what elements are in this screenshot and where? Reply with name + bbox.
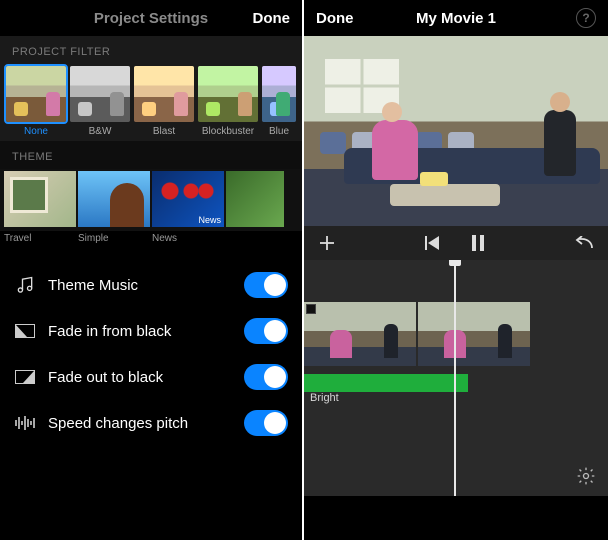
pause-button[interactable]	[471, 235, 485, 251]
settings-pane: Project Settings . Done PROJECT FILTER N…	[0, 0, 304, 540]
editor-pane: Done My Movie 1 ?	[304, 0, 608, 540]
project-filter-label: PROJECT FILTER	[0, 36, 302, 64]
done-button[interactable]: Done	[253, 10, 291, 27]
playhead[interactable]	[454, 260, 456, 496]
editor-header: Done My Movie 1 ?	[304, 0, 608, 36]
undo-button[interactable]	[574, 236, 594, 250]
filter-item-blast[interactable]: Blast	[132, 64, 196, 137]
option-label: Theme Music	[48, 277, 138, 294]
audio-clip-label: Bright	[310, 392, 339, 404]
gear-icon[interactable]	[576, 466, 596, 486]
option-fade-in: Fade in from black	[0, 308, 302, 354]
theme-label-news: News	[152, 233, 226, 244]
add-button[interactable]	[318, 234, 336, 252]
timeline[interactable]: Bright	[304, 260, 608, 496]
video-preview[interactable]	[304, 36, 608, 226]
option-speed-pitch: Speed changes pitch	[0, 400, 302, 446]
toggle-theme-music[interactable]	[244, 272, 288, 298]
filter-item-blockbuster[interactable]: Blockbuster	[196, 64, 260, 137]
theme-item-simple[interactable]	[78, 171, 150, 227]
video-track[interactable]	[304, 302, 608, 366]
editor-done-button[interactable]: Done	[316, 10, 354, 27]
options-list: Theme Music Fade in from black Fade out …	[0, 262, 302, 446]
help-icon[interactable]: ?	[576, 8, 596, 28]
fade-out-icon	[14, 370, 36, 384]
fade-in-icon	[14, 324, 36, 338]
option-label: Fade in from black	[48, 323, 171, 340]
transport-bar	[304, 226, 608, 260]
filter-item-blue[interactable]: Blue	[260, 64, 298, 137]
option-label: Speed changes pitch	[48, 415, 188, 432]
settings-header: Project Settings . Done	[0, 0, 302, 36]
theme-strip[interactable]: News	[0, 169, 302, 231]
clip[interactable]	[418, 302, 530, 366]
audio-track[interactable]	[304, 374, 468, 392]
filter-item-none[interactable]: None	[4, 64, 68, 137]
theme-label: THEME	[0, 141, 302, 169]
skip-back-button[interactable]	[425, 236, 441, 250]
theme-item-travel[interactable]	[4, 171, 76, 227]
toggle-speed-pitch[interactable]	[244, 410, 288, 436]
option-fade-out: Fade out to black	[0, 354, 302, 400]
theme-item-extra[interactable]	[226, 171, 284, 227]
theme-item-news[interactable]: News	[152, 171, 224, 227]
theme-label-travel: Travel	[4, 233, 78, 244]
clip[interactable]	[304, 302, 416, 366]
filter-item-bw[interactable]: B&W	[68, 64, 132, 137]
theme-label-simple: Simple	[78, 233, 152, 244]
waveform-icon	[14, 415, 36, 431]
music-note-icon	[14, 275, 36, 295]
option-theme-music: Theme Music	[0, 262, 302, 308]
option-label: Fade out to black	[48, 369, 163, 386]
toggle-fade-out[interactable]	[244, 364, 288, 390]
project-filter-strip[interactable]: None B&W Blast Blockbuster Blue	[0, 64, 302, 141]
toggle-fade-in[interactable]	[244, 318, 288, 344]
